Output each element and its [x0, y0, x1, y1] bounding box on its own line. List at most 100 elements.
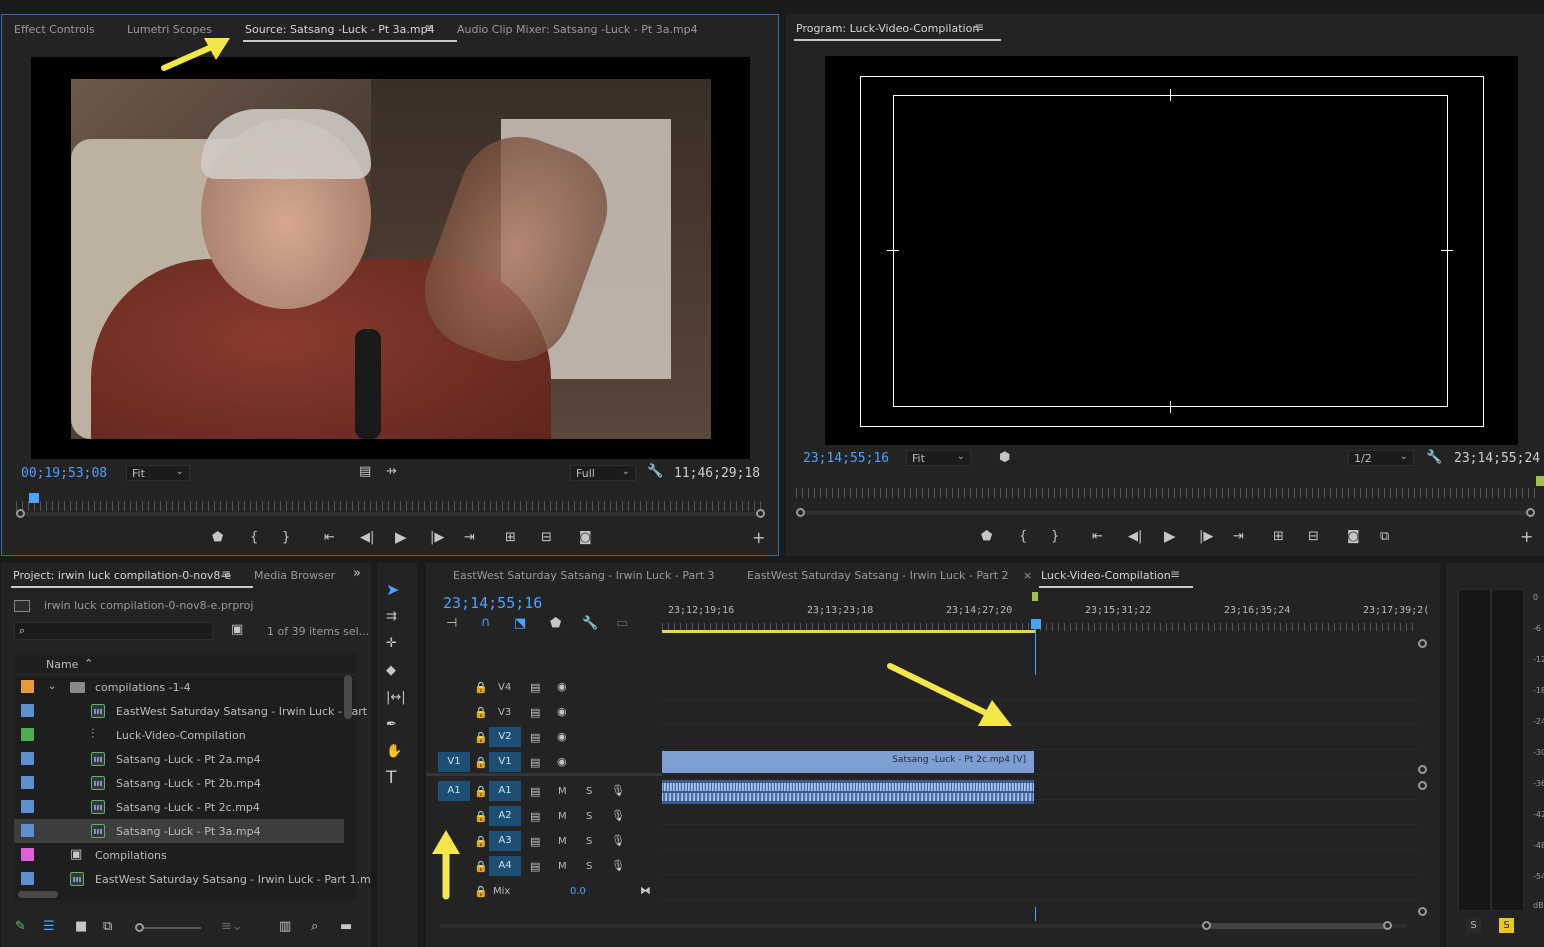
program-video-area[interactable] — [825, 56, 1518, 445]
solo-button[interactable]: S — [586, 811, 592, 822]
sort-icons-icon[interactable]: ≡⌄ — [221, 920, 243, 934]
sync-lock-icon[interactable]: ▤ — [530, 860, 540, 873]
source-quality-dropdown[interactable]: Full ⌄ — [570, 465, 636, 481]
mark-in-icon[interactable]: { — [1019, 530, 1027, 544]
timeline-timecode[interactable]: 23;14;55;16 — [443, 594, 542, 612]
close-tab-icon[interactable]: × — [1023, 569, 1032, 582]
eye-icon[interactable]: ◉ — [557, 755, 567, 768]
insert-icon[interactable]: ⊞ — [505, 531, 516, 545]
lock-icon[interactable]: 🔒 — [474, 681, 488, 694]
panel-overflow-icon[interactable]: » — [353, 567, 361, 581]
go-to-end-icon[interactable]: ⧓ — [640, 884, 651, 897]
timeline-vscroll-video-bottom[interactable] — [1418, 765, 1427, 774]
linked-selection-icon[interactable]: ⬔ — [514, 617, 526, 631]
list-item[interactable]: ▣ Compilations — [14, 843, 344, 867]
program-timecode[interactable]: 23;14;55;16 — [803, 451, 889, 466]
source-video-frame[interactable] — [71, 79, 711, 439]
mute-button[interactable]: M — [558, 786, 567, 797]
list-item[interactable]: ⌄ compilations -1-4 — [14, 675, 344, 699]
source-timecode[interactable]: 00;19;53;08 — [21, 466, 107, 481]
mix-value[interactable]: 0.0 — [570, 886, 586, 897]
hand-tool-icon[interactable]: ✋ — [386, 745, 402, 759]
timeline-menu-icon[interactable]: ≡ — [1170, 567, 1180, 581]
list-view-icon[interactable]: ☰ — [43, 920, 55, 934]
nest-icon[interactable]: ⊣ — [446, 617, 457, 631]
zoom-slider-handle[interactable] — [135, 923, 144, 932]
eye-icon[interactable]: ◉ — [557, 680, 567, 693]
microphone-icon[interactable]: 🎙 — [611, 834, 625, 847]
mute-button[interactable]: M — [558, 861, 567, 872]
timeline-playhead-head[interactable] — [1031, 619, 1041, 629]
program-zoom-right-handle[interactable] — [1526, 508, 1535, 517]
project-search-input[interactable]: ⌕ — [14, 622, 213, 640]
timeline-vscroll-audio-top[interactable] — [1418, 781, 1427, 790]
source-ruler[interactable] — [16, 501, 766, 511]
sync-lock-icon[interactable]: ▤ — [530, 706, 540, 719]
program-menu-icon[interactable]: ≡ — [974, 20, 984, 34]
list-item-selected[interactable]: Satsang -Luck - Pt 3a.mp4 — [14, 819, 344, 843]
lock-icon[interactable]: 🔒 — [474, 785, 488, 798]
step-back-icon[interactable]: ◀| — [360, 531, 374, 545]
lock-icon[interactable]: 🔒 — [474, 885, 488, 898]
wrench-icon[interactable]: 🔧 — [1426, 451, 1442, 465]
go-to-in-icon[interactable]: ⇤ — [1092, 530, 1103, 544]
timeline-zoom-right-handle[interactable] — [1383, 921, 1392, 930]
pencil-icon[interactable]: ✎ — [15, 920, 26, 934]
source-zoom-left-handle[interactable] — [16, 509, 25, 518]
comparison-view-icon[interactable]: ⧉ — [1380, 530, 1389, 544]
add-button-icon[interactable]: + — [752, 530, 765, 546]
solo-right-button[interactable]: S — [1499, 918, 1514, 933]
step-forward-icon[interactable]: |▶ — [430, 531, 444, 545]
go-to-out-icon[interactable]: ⇥ — [464, 531, 475, 545]
zoom-slider[interactable] — [141, 927, 201, 929]
list-item[interactable]: Satsang -Luck - Pt 2a.mp4 — [14, 747, 344, 771]
source-menu-icon[interactable]: ≡ — [424, 21, 434, 35]
freeform-view-icon[interactable]: ⧉ — [103, 920, 112, 934]
slip-tool-icon[interactable]: |↔| — [386, 691, 406, 705]
list-item[interactable]: Satsang -Luck - Pt 2b.mp4 — [14, 771, 344, 795]
project-horizontal-scrollbar[interactable] — [18, 891, 58, 898]
icon-view-icon[interactable]: ■ — [75, 920, 87, 934]
solo-button[interactable]: S — [586, 786, 592, 797]
camera-icon[interactable]: ◙ — [1347, 530, 1360, 544]
timeline-zoom-left-handle[interactable] — [1202, 921, 1211, 930]
lock-icon[interactable]: 🔒 — [474, 860, 488, 873]
microphone-icon[interactable]: 🎙 — [611, 809, 625, 822]
program-quality-dropdown[interactable]: 1/2 ⌄ — [1348, 450, 1414, 466]
add-marker-icon[interactable]: ⬟ — [550, 617, 561, 631]
pen-tool-icon[interactable]: ✒ — [386, 718, 397, 732]
new-search-bin-icon[interactable]: ▣ — [231, 623, 243, 637]
microphone-icon[interactable]: 🎙 — [611, 784, 625, 797]
tab-effect-controls[interactable]: Effect Controls — [14, 23, 95, 36]
eye-icon[interactable]: ◉ — [557, 730, 567, 743]
audio-clip[interactable] — [662, 780, 1034, 804]
name-column-header[interactable]: Name ⌃ — [14, 653, 356, 675]
ripple-edit-tool-icon[interactable]: ✛ — [386, 637, 397, 651]
timeline-vscroll-bottom[interactable] — [1418, 907, 1427, 916]
razor-tool-icon[interactable]: ◆ — [386, 664, 396, 678]
tab-sequence-part3[interactable]: EastWest Saturday Satsang - Irwin Luck -… — [453, 569, 715, 582]
selection-tool-icon[interactable]: ➤ — [386, 582, 399, 598]
mute-button[interactable]: M — [558, 836, 567, 847]
tab-project[interactable]: Project: irwin luck compilation-0-nov8-e — [10, 569, 254, 588]
drag-video-audio-icon[interactable]: ⇸ — [386, 465, 397, 479]
play-icon[interactable]: ▶ — [1164, 529, 1176, 544]
extract-icon[interactable]: ⊟ — [1308, 530, 1319, 544]
snap-icon[interactable]: ∩ — [481, 616, 491, 630]
marker-icon[interactable]: ⬢ — [999, 451, 1010, 465]
work-area-bar[interactable] — [662, 630, 1035, 633]
mark-out-icon[interactable]: } — [1051, 530, 1059, 544]
mark-out-icon[interactable]: } — [282, 531, 290, 545]
add-marker-icon[interactable]: ⬟ — [212, 531, 223, 545]
project-menu-icon[interactable]: ≡ — [221, 567, 231, 581]
overwrite-icon[interactable]: ⊟ — [541, 531, 552, 545]
automate-to-sequence-icon[interactable]: ▥ — [279, 920, 291, 934]
video-clip[interactable]: Satsang -Luck - Pt 2c.mp4 [V] — [662, 751, 1034, 773]
track-target-a1[interactable]: A1 — [489, 781, 521, 801]
lift-icon[interactable]: ⊞ — [1273, 530, 1284, 544]
track-target-a3[interactable]: A3 — [489, 831, 521, 851]
step-back-icon[interactable]: ◀| — [1128, 530, 1142, 544]
go-to-in-icon[interactable]: ⇤ — [324, 531, 335, 545]
new-bin-icon[interactable]: ▬ — [340, 920, 352, 934]
camera-icon[interactable]: ◙ — [579, 531, 592, 545]
